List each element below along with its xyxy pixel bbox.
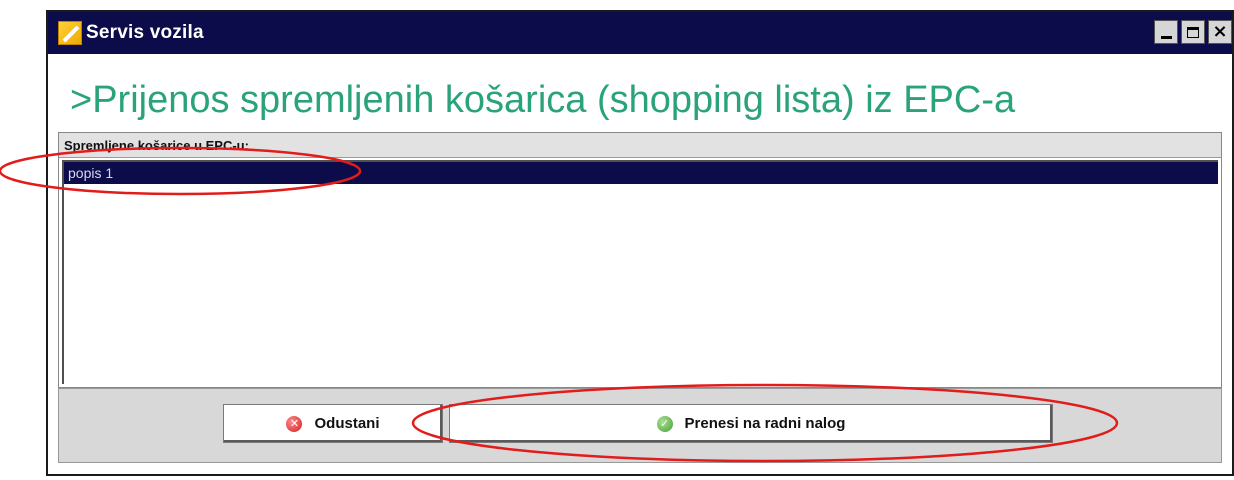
saved-baskets-panel: Spremljene košarice u EPC-u: popis 1 xyxy=(58,132,1222,388)
maximize-button[interactable] xyxy=(1181,20,1205,44)
close-button[interactable]: × xyxy=(1208,20,1232,44)
check-icon: ✓ xyxy=(656,415,673,432)
app-icon xyxy=(58,21,82,45)
list-header: Spremljene košarice u EPC-u: xyxy=(59,133,1221,158)
cancel-button-label: Odustani xyxy=(314,415,380,432)
minimize-button[interactable] xyxy=(1154,20,1178,44)
transfer-button-label: Prenesi na radni nalog xyxy=(684,415,846,432)
list-item-label: popis 1 xyxy=(68,165,114,181)
app-window: Servis vozila × >Prijenos spremljenih ko… xyxy=(46,10,1234,476)
close-icon: × xyxy=(1212,21,1228,42)
list-item[interactable]: popis 1 xyxy=(64,162,1218,184)
transfer-to-work-order-button[interactable]: ✓ Prenesi na radni nalog xyxy=(449,404,1053,443)
page-title: >Prijenos spremljenih košarica (shopping… xyxy=(70,79,1016,121)
title-bar[interactable]: Servis vozila × xyxy=(48,12,1232,54)
cancel-icon: ✕ xyxy=(286,415,303,432)
window-title: Servis vozila xyxy=(86,22,204,43)
saved-baskets-list[interactable]: popis 1 xyxy=(62,160,1218,384)
maximize-icon xyxy=(1187,26,1199,38)
button-bar: ✕ Odustani ✓ Prenesi na radni nalog xyxy=(58,388,1222,463)
minimize-icon xyxy=(1160,35,1172,39)
window-controls: × xyxy=(1154,20,1232,44)
cancel-button[interactable]: ✕ Odustani xyxy=(223,404,443,443)
